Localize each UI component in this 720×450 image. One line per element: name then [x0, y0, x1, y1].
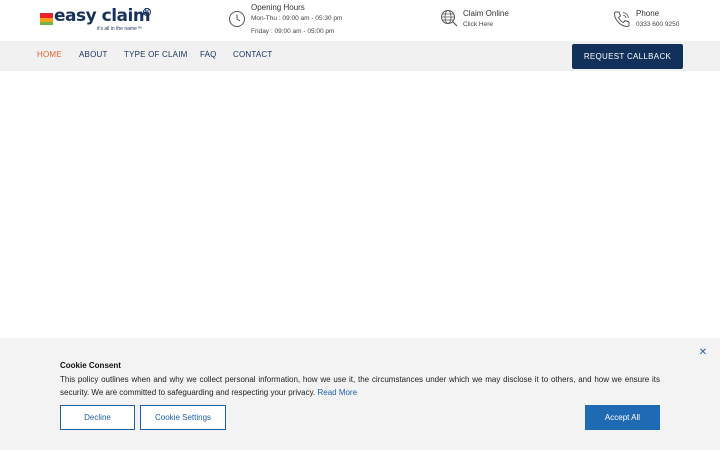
opening-hours: Opening Hours Mon-Thu : 09:00 am - 05:30… — [228, 0, 378, 41]
claim-online-title: Claim Online — [463, 9, 509, 18]
registered-mark: R — [143, 8, 151, 16]
request-callback-button[interactable]: REQUEST CALLBACK — [572, 44, 683, 69]
nav-contact[interactable]: CONTACT — [233, 50, 272, 59]
close-icon[interactable]: ✕ — [698, 348, 708, 358]
cookie-consent-banner: ✕ Cookie Consent This policy outlines wh… — [0, 338, 720, 450]
clock-icon — [229, 11, 245, 27]
nav-faq[interactable]: FAQ — [200, 50, 217, 59]
nav-type-of-claim[interactable]: TYPE OF CLAIM — [124, 50, 188, 59]
globe-icon — [441, 10, 458, 27]
cookie-title: Cookie Consent — [60, 361, 121, 370]
hours-weekdays: Mon-Thu : 09:00 am - 05:30 pm — [251, 15, 343, 22]
brand-name: easy claim — [54, 6, 151, 26]
claim-online-link[interactable]: Click Here — [463, 21, 493, 28]
accept-all-button[interactable]: Accept All — [585, 405, 660, 430]
main-nav: HOME ABOUT TYPE OF CLAIM FAQ CONTACT REQ… — [0, 41, 720, 71]
phone-contact[interactable]: Phone 0333 600 9250 — [613, 0, 703, 41]
brand-logo[interactable]: easy claim R it's all in the name™ — [40, 6, 152, 33]
nav-about[interactable]: ABOUT — [79, 50, 108, 59]
decline-button[interactable]: Decline — [60, 405, 135, 430]
phone-title: Phone — [636, 9, 660, 18]
cookie-body-text: This policy outlines when and why we col… — [60, 375, 660, 397]
opening-hours-title: Opening Hours — [251, 3, 305, 12]
top-header: easy claim R it's all in the name™ Openi… — [0, 0, 720, 41]
phone-number[interactable]: 0333 600 9250 — [636, 21, 679, 28]
phone-icon — [613, 11, 630, 28]
cookie-settings-button[interactable]: Cookie Settings — [140, 405, 226, 430]
read-more-link[interactable]: Read More — [317, 388, 357, 397]
brand-tagline: it's all in the name™ — [97, 26, 142, 32]
nav-home[interactable]: HOME — [37, 50, 62, 59]
logo-mark-icon — [40, 13, 53, 25]
cookie-policy-text: This policy outlines when and why we col… — [60, 373, 660, 399]
hours-friday: Friday : 09:00 am - 05:00 pm — [251, 28, 335, 35]
claim-online[interactable]: Claim Online Click Here — [440, 0, 550, 41]
